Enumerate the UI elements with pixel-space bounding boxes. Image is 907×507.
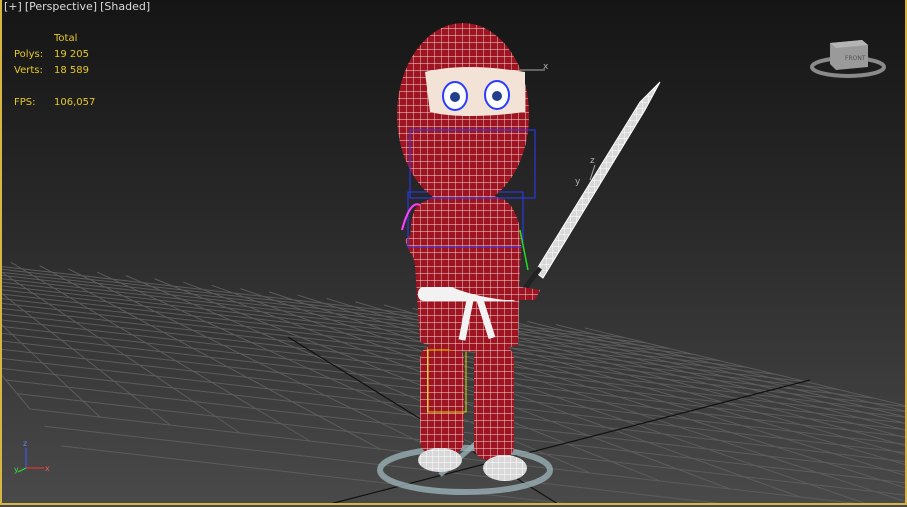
grid-line [0,271,671,350]
gizmo-y-label: y [575,177,581,187]
perspective-viewport[interactable]: x z y FRONT z x y [+] [Perspective] [Sha… [0,0,907,507]
viewport-shading-menu[interactable]: [Shaded] [100,0,150,13]
viewport-pov-menu[interactable]: [Perspective] [25,0,97,13]
viewport-plus-menu[interactable]: [+] [4,0,22,13]
grid-line [469,314,906,431]
fps-label: FPS: [14,97,36,108]
statistics-overlay: Total Polys: 19 205 Verts: 18 589 FPS: 106,… [14,31,95,111]
world-axis-tripod: z x y [14,439,50,474]
fps-value: 106,057 [54,97,96,108]
polys-value: 19 205 [54,49,89,60]
verts-label: Verts: [14,65,43,76]
verts-value: 18 589 [54,65,89,76]
grid-line [0,289,807,383]
viewcube-front-label: FRONT [845,55,866,62]
scene-canvas[interactable]: x z y FRONT z x y [0,0,907,507]
grid-line [0,277,721,362]
ninja-head [397,23,536,207]
gizmo-x-label: x [543,62,549,72]
gizmo-z-label: z [590,156,595,166]
axis-z-label: z [23,439,27,448]
viewport-label-menu[interactable]: [+] [Perspective] [Shaded] [4,0,150,13]
katana [517,81,661,297]
grid-line [0,372,31,410]
viewcube[interactable]: FRONT [810,40,886,78]
axis-x-label: x [45,464,50,473]
transform-gizmo: x z y [520,62,596,187]
grid-line [0,285,777,375]
stats-header: Total [54,33,78,44]
ninja-legs [418,345,527,481]
axis-y-label: y [14,465,19,474]
grid-line [0,268,648,344]
polys-label: Polys: [14,49,44,60]
